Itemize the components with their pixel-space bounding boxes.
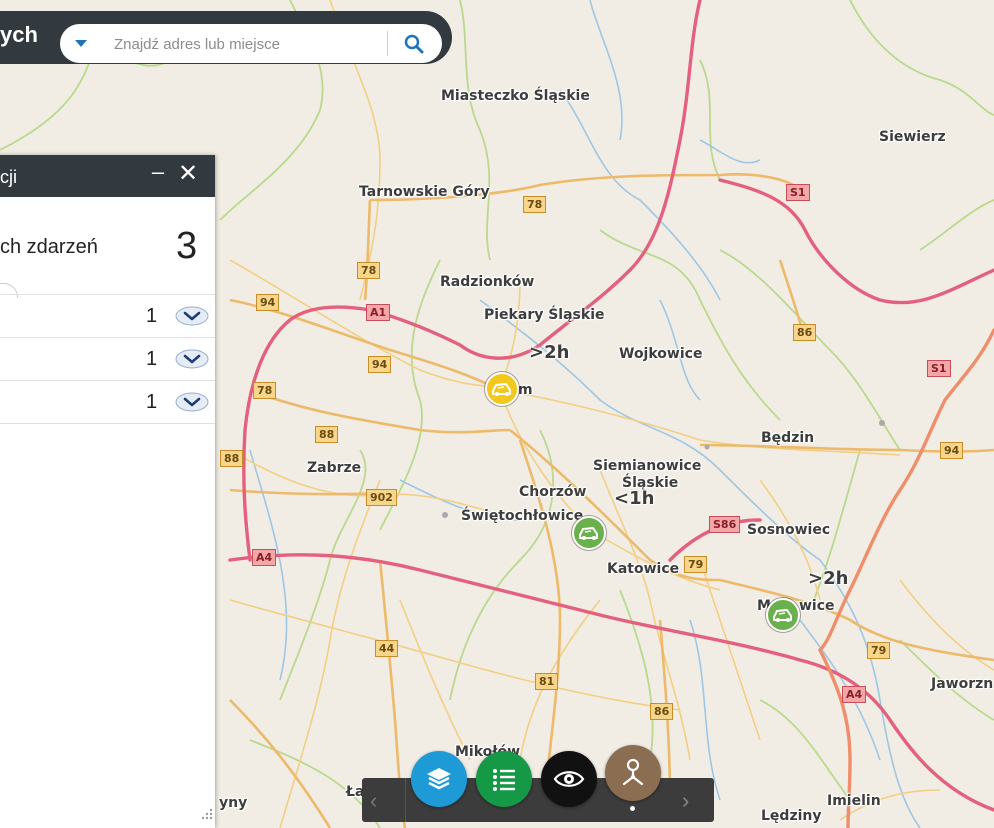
road-shield: S1: [786, 184, 810, 201]
search-bar: ych: [0, 11, 452, 64]
place-label: m: [518, 382, 533, 398]
toolbar-next-button[interactable]: ›: [682, 788, 689, 814]
road-shield: S1: [927, 360, 951, 377]
delay-label: >2h: [529, 342, 570, 363]
toolbar-prev-button[interactable]: ‹: [370, 788, 377, 814]
search-input[interactable]: [112, 30, 386, 58]
route-button[interactable]: [605, 745, 661, 801]
place-label: wice: [799, 598, 835, 614]
road-shield: 44: [375, 640, 399, 657]
event-category-count: 1: [146, 305, 158, 327]
road-shield: A4: [252, 549, 277, 566]
place-label: Wojkowice: [619, 346, 703, 362]
road-shield: 78: [523, 196, 547, 213]
car-accident-icon: [492, 383, 511, 396]
place-label: Siewierz: [879, 129, 946, 145]
road-shield: 94: [368, 356, 392, 373]
delay-label: >2h: [808, 568, 849, 589]
road-shield: 86: [793, 324, 817, 341]
road-shield: A4: [842, 686, 867, 703]
search-icon: [404, 34, 424, 53]
place-label: Imielin: [827, 793, 881, 809]
road-shield: S86: [709, 516, 741, 533]
place-label: Chorzów: [519, 484, 587, 500]
road-shield: 88: [220, 450, 244, 467]
legend-button[interactable]: [476, 751, 532, 807]
road-shield: 79: [684, 556, 708, 573]
road-shield: 902: [366, 489, 397, 506]
place-label: Świętochłowice: [461, 508, 584, 524]
place-label: Radzionków: [440, 274, 535, 290]
place-label: Będzin: [761, 430, 815, 446]
layers-icon: [427, 768, 451, 790]
road-shield: 86: [650, 703, 674, 720]
place-label: Piekary Śląskie: [484, 307, 605, 323]
road-shield: 94: [940, 442, 964, 459]
resize-grip-icon[interactable]: [197, 806, 215, 824]
car-accident-icon: [773, 609, 792, 622]
expand-chevron-icon[interactable]: [175, 392, 209, 412]
incident-marker-yellow[interactable]: [485, 372, 519, 406]
app-title: ych: [0, 22, 38, 47]
incident-marker-green[interactable]: [766, 598, 800, 632]
events-summary-label: ych zdarzeń: [0, 236, 98, 258]
event-category-count: 1: [146, 348, 158, 370]
road-shield: 78: [253, 382, 277, 399]
events-panel: acji – ✕ ych zdarzeń 3 1 1 1: [0, 155, 215, 828]
search-button[interactable]: [390, 24, 438, 63]
event-category-count: 1: [146, 391, 158, 413]
toolbar-divider: [405, 778, 406, 822]
close-button[interactable]: ✕: [176, 159, 200, 188]
expand-chevron-icon[interactable]: [175, 306, 209, 326]
panel-title: acji: [0, 167, 18, 187]
expand-chevron-icon[interactable]: [175, 349, 209, 369]
place-label: Sosnowiec: [747, 522, 831, 538]
road-shield: 79: [867, 642, 891, 659]
toolbar-page-indicator: [630, 806, 635, 811]
road-shield: 94: [256, 294, 280, 311]
caret-down-icon: [75, 39, 87, 47]
event-category-row[interactable]: 1: [0, 294, 215, 337]
panel-header: acji – ✕: [0, 155, 215, 197]
road-shield: 81: [535, 673, 559, 690]
search-source-dropdown[interactable]: [60, 24, 102, 63]
road-shield: 88: [315, 426, 339, 443]
place-label: Siemianowice: [593, 458, 702, 474]
place-label: Lędziny: [761, 808, 822, 824]
event-category-row[interactable]: 1: [0, 380, 215, 424]
search-divider: [387, 31, 388, 56]
layers-button[interactable]: [411, 751, 467, 807]
list-icon: [493, 769, 515, 791]
events-summary-count: 3: [176, 225, 198, 267]
event-category-row[interactable]: 1: [0, 337, 215, 380]
road-shield: 78: [357, 262, 381, 279]
eye-icon: [553, 771, 585, 787]
minimize-button[interactable]: –: [147, 159, 169, 185]
visibility-button[interactable]: [541, 751, 597, 807]
route-pin-icon: [622, 758, 644, 786]
road-shield: A1: [366, 304, 391, 321]
place-label: yny: [219, 795, 248, 811]
place-label: Zabrze: [307, 460, 362, 476]
incident-marker-green[interactable]: [572, 516, 606, 550]
search-box: [60, 24, 442, 63]
place-label: Jaworzn: [931, 676, 994, 692]
car-accident-icon: [579, 527, 598, 540]
place-label: Tarnowskie Góry: [359, 184, 490, 200]
place-label: Katowice: [607, 561, 680, 577]
place-label: Miasteczko Śląskie: [441, 88, 590, 104]
delay-label: <1h: [614, 488, 655, 509]
